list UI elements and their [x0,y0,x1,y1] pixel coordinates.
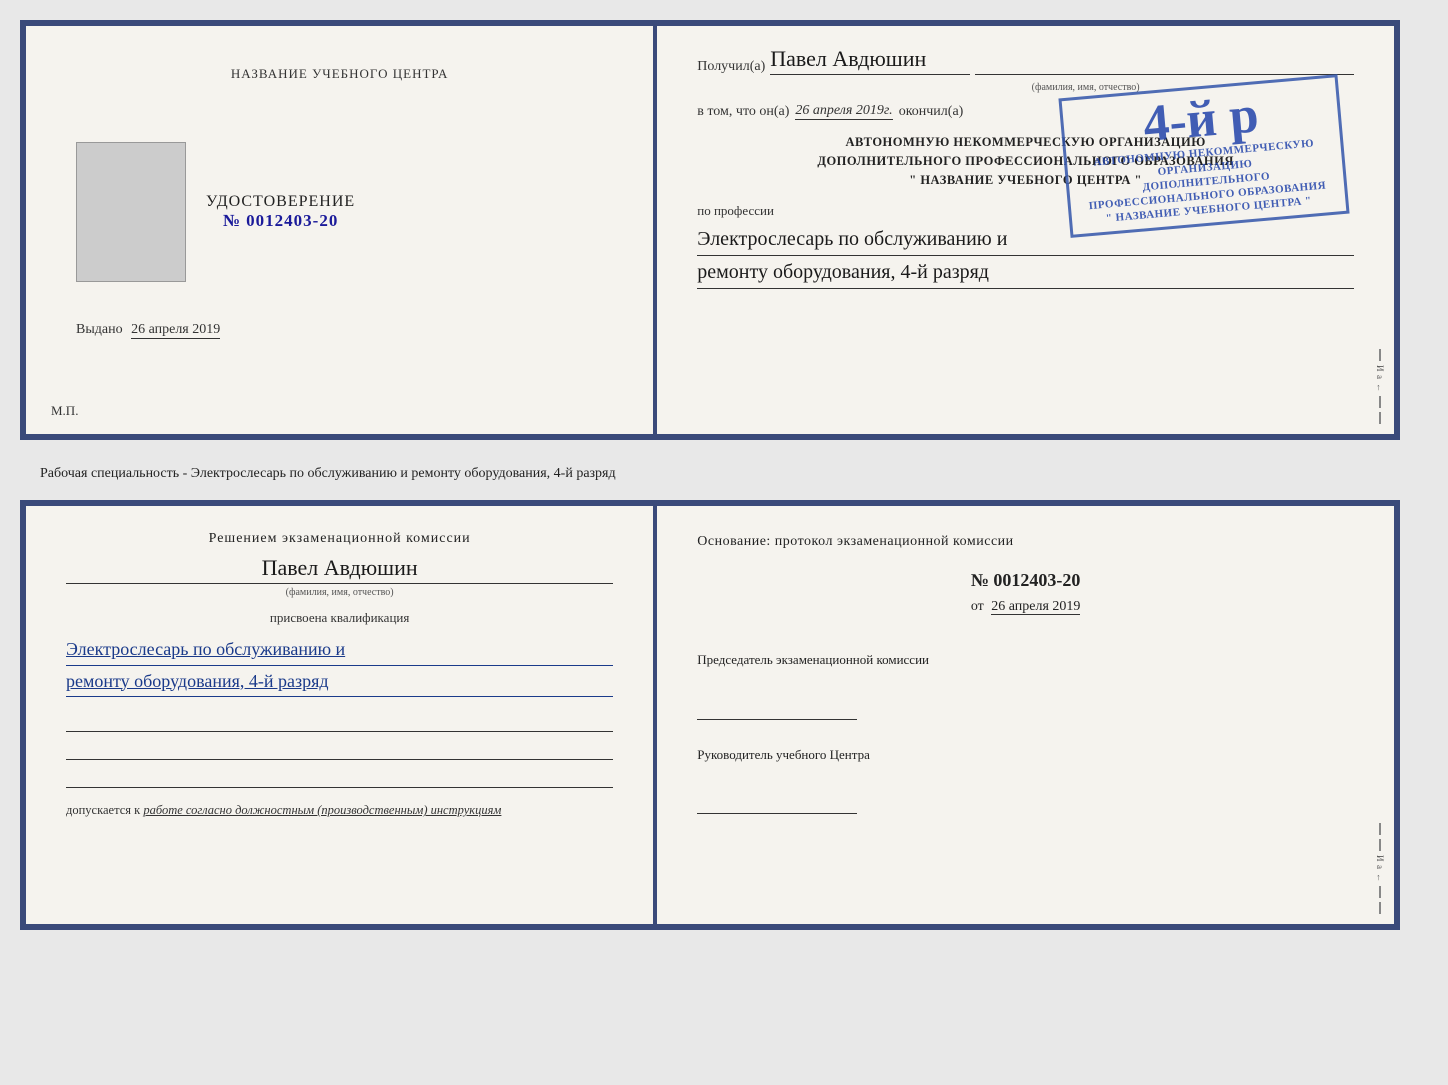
rukovoditel-sig-line [697,794,857,814]
vtomchto-label: в том, что он(а) [697,104,789,120]
sig-line3 [66,768,613,788]
certificate-label: УДОСТОВЕРЕНИЕ [206,193,355,211]
mp-label: М.П. [51,403,78,419]
qual-line1: Электрослесарь по обслуживанию и [66,634,613,666]
spine-dash-b1 [1379,823,1381,835]
predsedatel-label: Председатель экзаменационной комиссии [697,650,1354,670]
right-panel-top: Получил(а) Павел Авдюшин (фамилия, имя, … [657,26,1394,434]
spine-dash-b4 [1379,902,1381,914]
prisvoena-text: присвоена квалификация [66,610,613,626]
ot-label: от [971,599,984,614]
sig-line1 [66,712,613,732]
resheniem-title: Решением экзаменационной комиссии [66,531,613,547]
training-center-title: НАЗВАНИЕ УЧЕБНОГО ЦЕНТРА [231,66,448,82]
poluchil-label: Получил(а) [697,59,765,75]
protocol-number: № 0012403-20 [697,570,1354,591]
dopuskaetsya-label: допускается к [66,803,140,817]
vydano-line: Выдано 26 апреля 2019 [76,322,220,339]
document-bottom: Решением экзаменационной комиссии Павел … [20,500,1400,930]
left-panel-bottom: Решением экзаменационной комиссии Павел … [26,506,653,924]
vydano-label: Выдано [76,322,123,337]
photo-placeholder [76,142,186,282]
document-top: НАЗВАНИЕ УЧЕБНОГО ЦЕНТРА УДОСТОВЕРЕНИЕ №… [20,20,1400,440]
left-panel-top: НАЗВАНИЕ УЧЕБНОГО ЦЕНТРА УДОСТОВЕРЕНИЕ №… [26,26,653,434]
dopuskaetsya-text: работе согласно должностным (производств… [143,803,501,817]
ot-date-line: от 26 апреля 2019 [697,599,1354,615]
fio-subtitle-bottom: (фамилия, имя, отчество) [66,587,613,598]
okonchil-label: окончил(а) [899,104,964,120]
document-number: № 0012403-20 [206,211,355,231]
completion-date: 26 апреля 2019г. [795,103,892,120]
spine-dash-b3 [1379,886,1381,898]
right-panel-bottom: Основание: протокол экзаменационной коми… [657,506,1394,924]
spine-right-bottom: И а ← [1366,506,1394,924]
recipient-name: Павел Авдюшин [770,46,970,75]
dash-line [975,74,1354,75]
spine-char-a2: а [1375,865,1385,869]
stamp-overlay: 4-й р АВТОНОМНУЮ НЕКОММЕРЧЕСКУЮ ОРГАНИЗА… [1058,74,1349,238]
osnovanie-title: Основание: протокол экзаменационной коми… [697,531,1354,552]
person-name-bottom: Павел Авдюшин [66,555,613,584]
spine-char-arrow2: ← [1375,873,1385,882]
spine-char-i2: И [1375,855,1385,862]
spine-char-a: а [1375,375,1385,379]
dopuskaetsya-block: допускается к работе согласно должностны… [66,803,613,818]
recipient-line: Получил(а) Павел Авдюшин [697,46,1354,75]
spine-char-arrow: ← [1375,383,1385,392]
sig-line2 [66,740,613,760]
spine-dash2 [1379,396,1381,408]
spine-right-top: И а ← [1366,26,1394,434]
spine-dash-b2 [1379,839,1381,851]
rukovoditel-label: Руководитель учебного Центра [697,745,1354,765]
predsedatel-sig-line [697,700,857,720]
profession-line2: ремонту оборудования, 4-й разряд [697,256,1354,289]
certificate-block: УДОСТОВЕРЕНИЕ № 0012403-20 [206,193,355,231]
middle-specialty-text: Рабочая специальность - Электрослесарь п… [20,458,1428,482]
vydano-date: 26 апреля 2019 [131,322,220,339]
profession-line1: Электрослесарь по обслуживанию и [697,223,1354,256]
signature-lines [66,712,613,788]
spine-dash [1379,349,1381,361]
spine-dash3 [1379,412,1381,424]
spine-char-i: И [1375,365,1385,372]
qual-line2: ремонту оборудования, 4-й разряд [66,666,613,698]
ot-date: 26 апреля 2019 [991,599,1080,615]
